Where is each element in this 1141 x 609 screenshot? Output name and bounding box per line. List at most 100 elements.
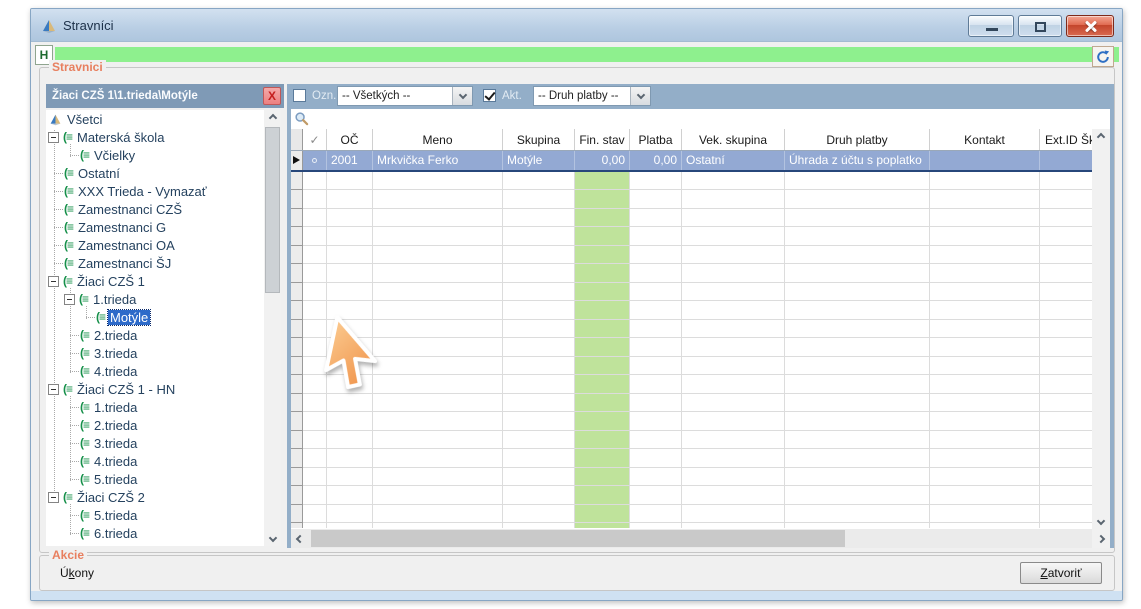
grid-cell[interactable] <box>1040 394 1092 413</box>
grid-cell[interactable] <box>785 394 930 413</box>
tree-item-4-trieda[interactable]: (≡4.trieda <box>46 452 264 470</box>
tree-item-zamestnanci-j[interactable]: (≡Zamestnanci ŠJ <box>46 254 264 272</box>
grid-row-empty[interactable] <box>291 357 1092 376</box>
grid-cell[interactable] <box>575 301 630 320</box>
row-indicator-cell[interactable] <box>291 151 303 170</box>
grid-row-empty[interactable] <box>291 412 1092 431</box>
grid-cell[interactable] <box>503 227 575 246</box>
check-cell[interactable] <box>303 320 327 339</box>
grid-cell[interactable] <box>930 357 1040 376</box>
grid-row-empty[interactable] <box>291 394 1092 413</box>
grid-cell[interactable] <box>503 172 575 191</box>
grid-cell[interactable]: 0,00 <box>575 151 630 170</box>
grid-cell[interactable]: 2001 <box>327 151 373 170</box>
grid-cell[interactable] <box>630 320 682 339</box>
grid-cell[interactable] <box>682 338 785 357</box>
zatvorit-button[interactable]: Zatvoriť <box>1020 562 1102 584</box>
grid-cell[interactable] <box>930 394 1040 413</box>
grid-cell[interactable] <box>503 338 575 357</box>
grid-cell[interactable] <box>785 357 930 376</box>
grid-cell[interactable] <box>785 227 930 246</box>
grid-cell[interactable] <box>503 190 575 209</box>
tree-item--iaci-cz-1[interactable]: (≡Žiaci CZŠ 1 <box>46 272 264 290</box>
grid-cell[interactable] <box>785 449 930 468</box>
grid-cell[interactable] <box>630 523 682 528</box>
grid-cell[interactable] <box>327 227 373 246</box>
column-header-kontakt[interactable]: Kontakt <box>930 129 1040 150</box>
column-header-platba[interactable]: Platba <box>630 129 682 150</box>
grid-cell[interactable] <box>930 151 1040 170</box>
tree-scrollbar-thumb[interactable] <box>265 127 280 293</box>
grid-cell[interactable] <box>1040 190 1092 209</box>
tree-item-xxx-trieda-vymaza-[interactable]: (≡XXX Trieda - Vymazať <box>46 182 264 200</box>
grid-hscrollbar[interactable] <box>291 529 1092 548</box>
grid-cell[interactable] <box>503 394 575 413</box>
grid-row-empty[interactable] <box>291 338 1092 357</box>
grid-cell[interactable]: Mrkvička Ferko <box>373 151 503 170</box>
grid-row-empty[interactable] <box>291 283 1092 302</box>
grid-row-empty[interactable] <box>291 246 1092 265</box>
grid-cell[interactable] <box>930 320 1040 339</box>
column-header-druh-platby[interactable]: Druh platby <box>785 129 930 150</box>
chevron-down-icon[interactable] <box>452 87 472 105</box>
scroll-right-icon[interactable] <box>1092 529 1110 548</box>
grid-cell[interactable] <box>373 449 503 468</box>
grid-cell[interactable] <box>1040 338 1092 357</box>
tree-item-zamestnanci-cz-[interactable]: (≡Zamestnanci CZŠ <box>46 200 264 218</box>
grid-cell[interactable] <box>373 468 503 487</box>
grid-cell[interactable] <box>575 357 630 376</box>
group-filter-dropdown[interactable]: -- Všetkých -- <box>337 86 473 106</box>
grid-row-empty[interactable] <box>291 468 1092 487</box>
grid-cell[interactable] <box>503 209 575 228</box>
grid-cell[interactable] <box>630 357 682 376</box>
grid-cell[interactable] <box>503 523 575 528</box>
row-indicator-cell[interactable] <box>291 301 303 320</box>
grid-cell[interactable] <box>1040 505 1092 524</box>
grid-row-empty[interactable] <box>291 523 1092 528</box>
check-cell[interactable] <box>303 412 327 431</box>
grid-cell[interactable] <box>930 209 1040 228</box>
grid-cell[interactable]: Motýle <box>503 151 575 170</box>
grid-cell[interactable] <box>682 505 785 524</box>
grid-cell[interactable] <box>785 412 930 431</box>
grid-cell[interactable] <box>682 486 785 505</box>
grid-cell[interactable] <box>1040 412 1092 431</box>
grid-cell[interactable] <box>682 394 785 413</box>
tree-item-1-trieda[interactable]: (≡1.trieda <box>46 398 264 416</box>
grid-cell[interactable] <box>327 283 373 302</box>
grid-cell[interactable] <box>373 264 503 283</box>
grid-cell[interactable] <box>503 301 575 320</box>
grid-cell[interactable] <box>630 394 682 413</box>
grid-cell[interactable] <box>373 227 503 246</box>
grid-cell[interactable] <box>575 338 630 357</box>
scroll-down-icon[interactable] <box>1092 513 1110 529</box>
grid-cell[interactable] <box>327 449 373 468</box>
check-cell[interactable] <box>303 523 327 528</box>
grid-cell[interactable] <box>373 505 503 524</box>
grid-cell[interactable] <box>930 246 1040 265</box>
row-indicator-cell[interactable] <box>291 468 303 487</box>
row-indicator-cell[interactable] <box>291 523 303 528</box>
grid-cell[interactable] <box>682 468 785 487</box>
maximize-button[interactable] <box>1018 15 1062 37</box>
check-cell[interactable] <box>303 431 327 450</box>
grid-row-empty[interactable] <box>291 320 1092 339</box>
tree-item-matersk-kola[interactable]: (≡Materská škola <box>46 128 264 146</box>
grid-cell[interactable] <box>930 505 1040 524</box>
grid-cell[interactable] <box>682 190 785 209</box>
grid-cell[interactable] <box>930 264 1040 283</box>
grid-cell[interactable] <box>503 431 575 450</box>
grid-row-selected[interactable]: 2001Mrkvička FerkoMotýle0,000,00OstatníÚ… <box>291 151 1092 172</box>
check-cell[interactable] <box>303 264 327 283</box>
grid-cell[interactable] <box>1040 227 1092 246</box>
grid-cell[interactable] <box>682 431 785 450</box>
check-cell[interactable] <box>303 246 327 265</box>
grid-cell[interactable] <box>503 246 575 265</box>
grid-row-empty[interactable] <box>291 172 1092 191</box>
grid-cell[interactable] <box>503 505 575 524</box>
tree-scrollbar[interactable] <box>264 110 281 546</box>
expand-minus-icon[interactable] <box>48 132 59 143</box>
grid-cell[interactable] <box>630 338 682 357</box>
tree-item-5-trieda[interactable]: (≡5.trieda <box>46 470 264 488</box>
grid-cell[interactable] <box>785 486 930 505</box>
